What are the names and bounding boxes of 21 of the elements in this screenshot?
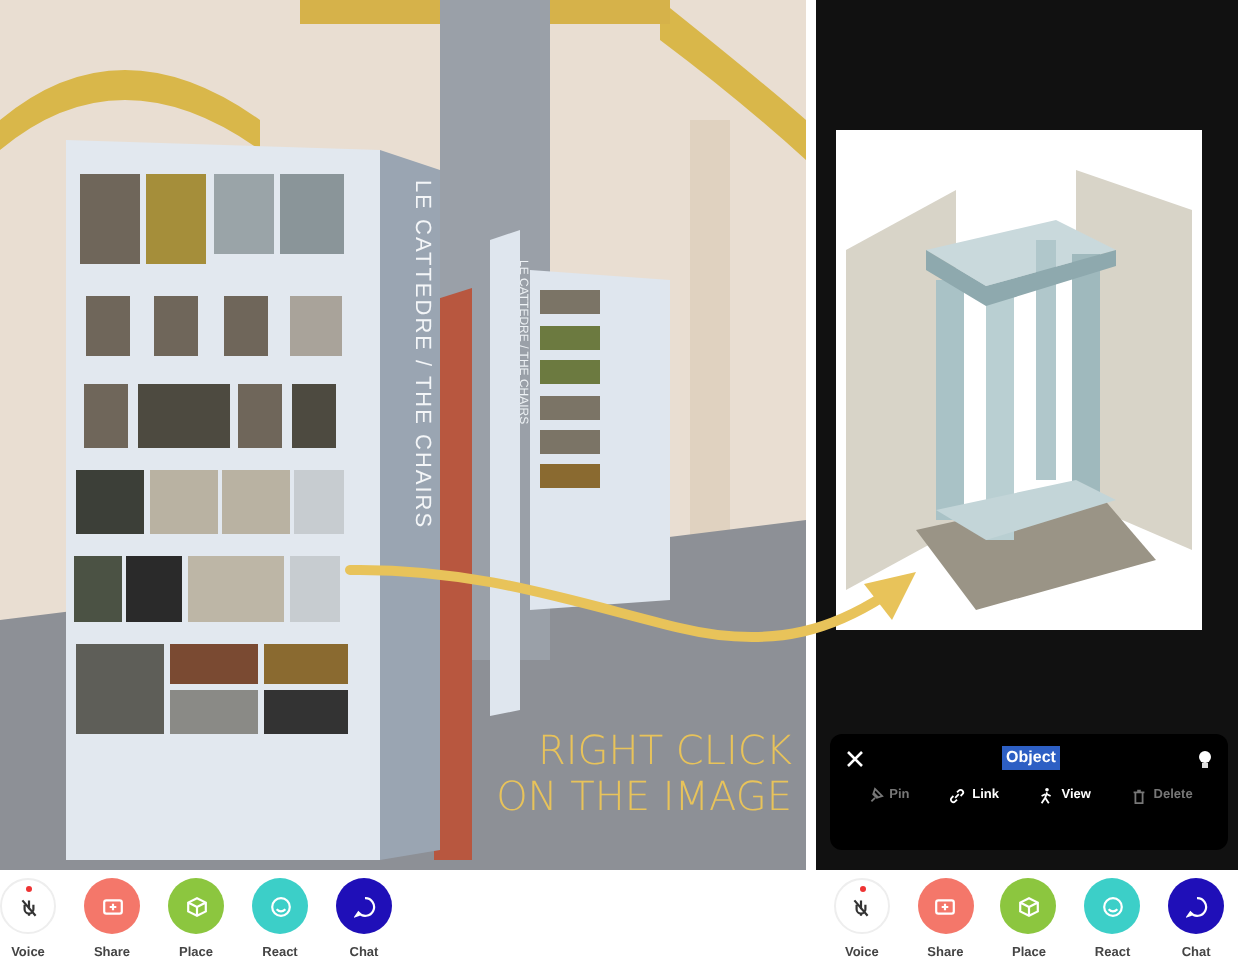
react-icon xyxy=(1101,895,1124,917)
lightbulb-icon[interactable] xyxy=(1198,749,1212,767)
place-icon xyxy=(1017,895,1040,917)
close-icon[interactable] xyxy=(846,749,864,767)
delete-icon xyxy=(1129,786,1148,806)
annotation-text: RIGHT CLICK ON THE IMAGE xyxy=(494,728,792,820)
voice-icon xyxy=(17,895,39,917)
chat-icon xyxy=(353,895,375,917)
voice-icon xyxy=(850,895,873,917)
link-icon xyxy=(948,786,967,806)
menu-title: Object xyxy=(1002,746,1060,770)
chat-icon xyxy=(1185,895,1208,917)
status-dot xyxy=(859,886,866,892)
share-icon xyxy=(934,895,957,917)
share-icon xyxy=(101,895,123,917)
pin-icon xyxy=(865,786,884,806)
status-dot xyxy=(26,886,32,892)
view-icon xyxy=(1037,786,1056,806)
react-icon xyxy=(269,895,291,917)
panel-title: LE CATTEDRE / THE CHAIRS xyxy=(410,180,432,530)
place-icon xyxy=(185,895,207,917)
